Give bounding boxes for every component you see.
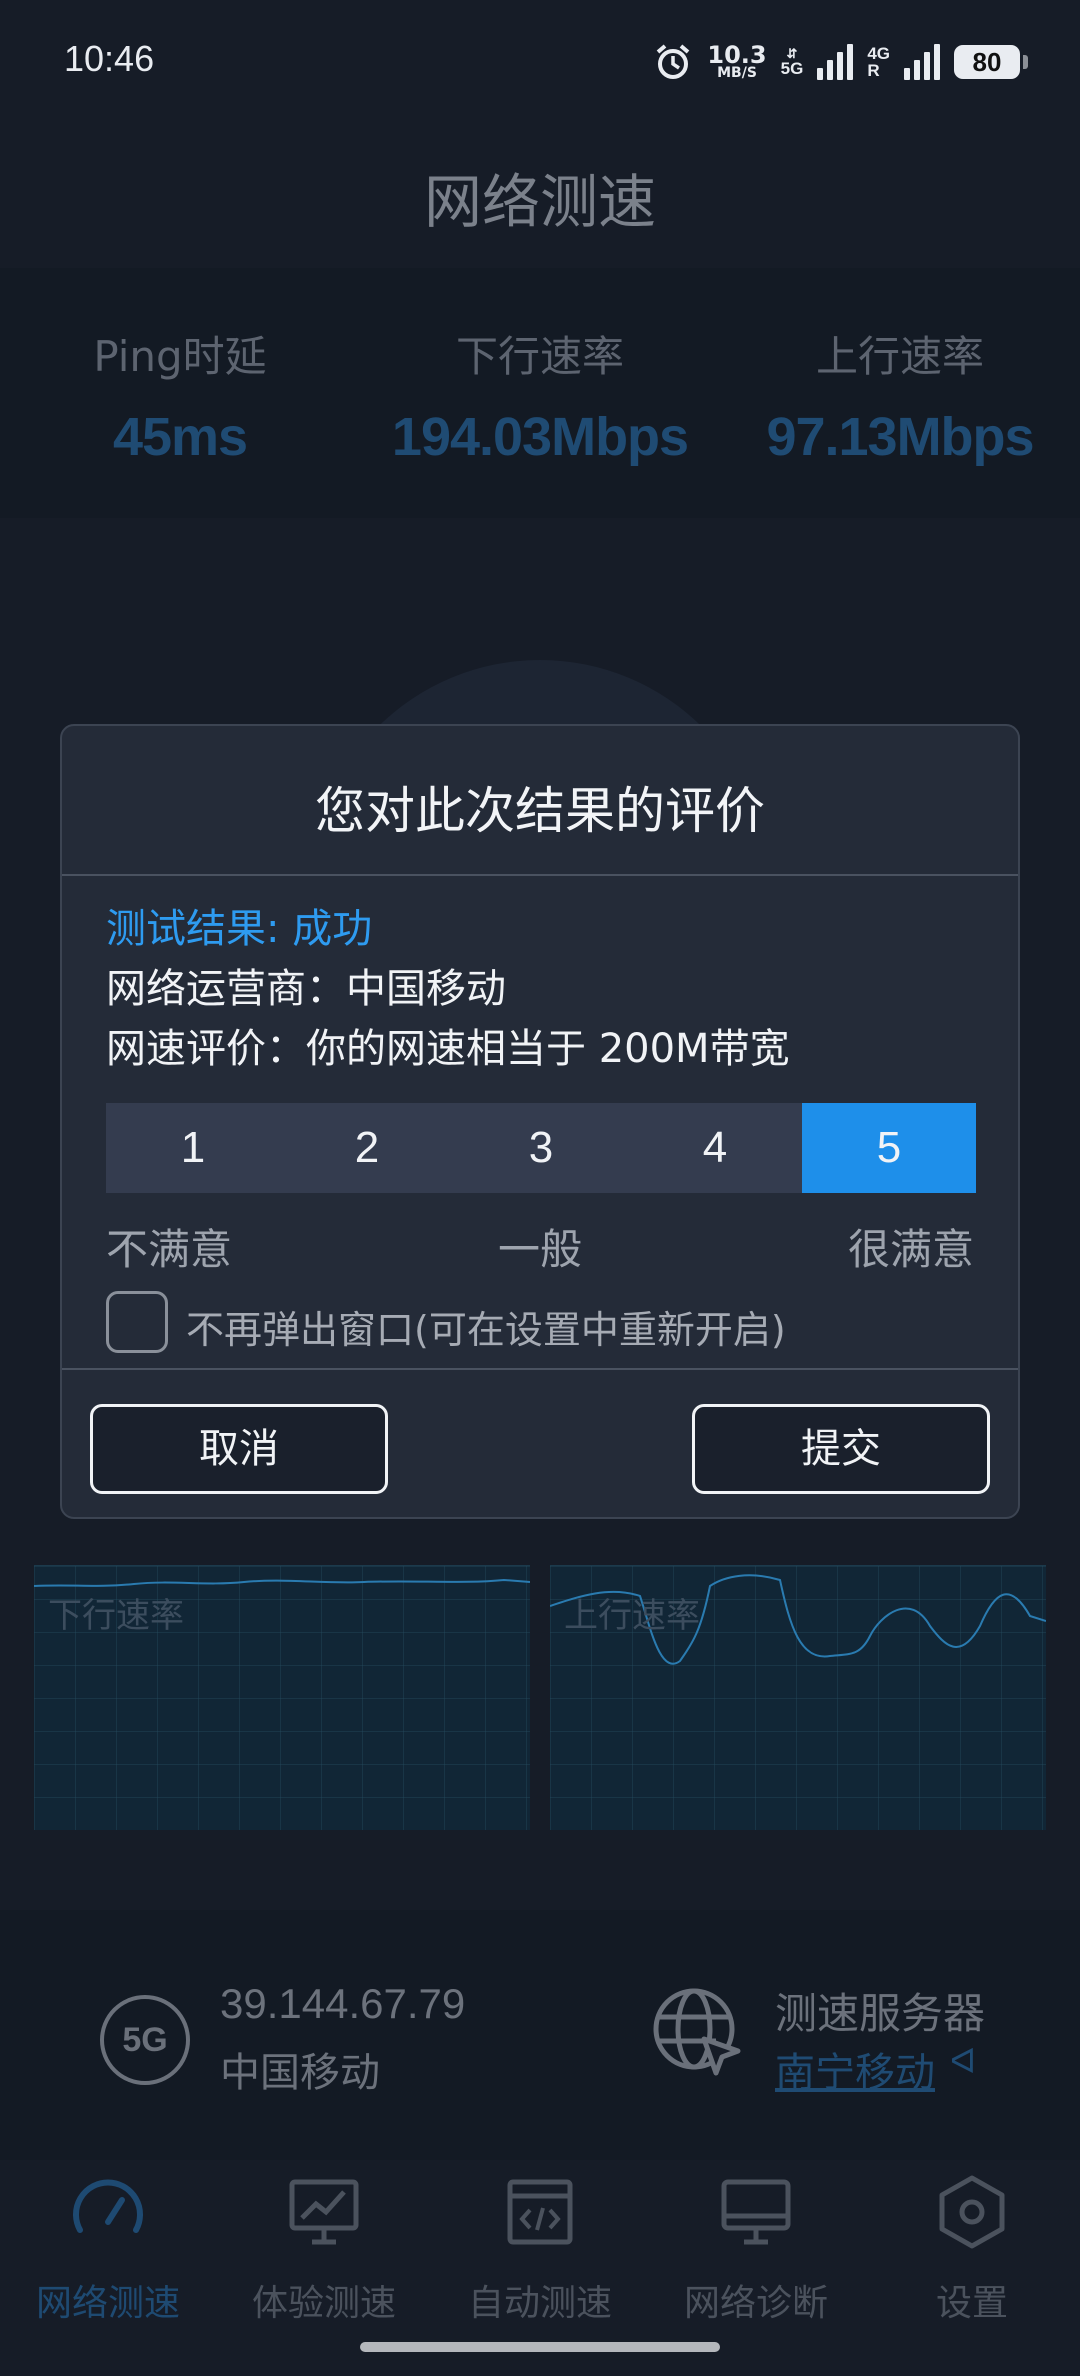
ping-metric: Ping时延 45ms bbox=[0, 323, 360, 468]
upload-label: 上行速率 bbox=[815, 332, 984, 381]
sim1-type: ⇵ 5G bbox=[780, 45, 804, 78]
download-chart-label: 下行速率 bbox=[48, 1596, 184, 1636]
test-result-status: 测试结果: 成功 bbox=[106, 906, 373, 952]
net-speed: 10.3 MB/S bbox=[707, 41, 767, 81]
desktop-icon bbox=[721, 2179, 791, 2245]
rating-dialog: 您对此次结果的评价 测试结果: 成功 网络运营商：中国移动 网速评价：你的网速相… bbox=[60, 724, 1020, 1519]
battery-icon: 80 bbox=[954, 45, 1028, 79]
ping-label: Ping时延 bbox=[93, 332, 267, 381]
server-title: 测速服务器 bbox=[775, 1989, 986, 2038]
rating-selector: 1 2 3 4 5 bbox=[106, 1103, 976, 1193]
nav-speed-test[interactable]: 网络测速 bbox=[0, 2172, 216, 2326]
carrier-line: 网络运营商：中国移动 bbox=[106, 966, 506, 1012]
status-icons: 10.3 MB/S ⇵ 5G 4G R 80 bbox=[653, 40, 1028, 84]
sim2-type: 4G R bbox=[867, 44, 890, 80]
code-window-icon bbox=[507, 2179, 573, 2245]
server-select-link[interactable]: 南宁移动 bbox=[775, 2040, 935, 2098]
globe-cursor-icon bbox=[653, 1988, 741, 2076]
divider bbox=[62, 1368, 1018, 1370]
speed-evaluation: 网速评价：你的网速相当于 200M带宽 bbox=[106, 1026, 790, 1072]
sim1-signal-icon bbox=[817, 44, 854, 80]
metrics-panel: Ping时延 45ms 下行速率 194.03Mbps 上行速率 97.13Mb… bbox=[0, 268, 1080, 518]
cancel-button[interactable]: 取消 bbox=[90, 1404, 388, 1494]
status-bar: 10:46 10.3 MB/S ⇵ 5G 4G R 80 bbox=[0, 0, 1080, 126]
rating-option-4[interactable]: 4 bbox=[628, 1103, 802, 1193]
upload-chart: 上行速率 bbox=[550, 1565, 1046, 1830]
upload-value: 97.13Mbps bbox=[766, 407, 1034, 467]
nav-label: 自动测速 bbox=[467, 2283, 612, 2324]
rating-option-2[interactable]: 2 bbox=[280, 1103, 454, 1193]
dialog-title: 您对此次结果的评价 bbox=[315, 782, 765, 840]
upload-metric: 上行速率 97.13Mbps bbox=[720, 323, 1080, 468]
download-metric: 下行速率 194.03Mbps bbox=[360, 323, 720, 468]
network-type-badge: 5G bbox=[100, 1995, 190, 2085]
chart-monitor-icon bbox=[289, 2179, 359, 2245]
nav-auto-test[interactable]: 自动测速 bbox=[432, 2172, 648, 2326]
scale-high-label: 很满意 bbox=[847, 1225, 974, 1274]
ip-address: 39.144.67.79 bbox=[220, 1980, 466, 2027]
rating-option-3[interactable]: 3 bbox=[454, 1103, 628, 1193]
nav-label: 网络测速 bbox=[35, 2283, 180, 2324]
speedometer-icon bbox=[73, 2179, 143, 2233]
page-title: 网络测速 bbox=[423, 168, 656, 236]
nav-label: 体验测速 bbox=[251, 2283, 396, 2324]
rating-option-1[interactable]: 1 bbox=[106, 1103, 280, 1193]
download-value: 194.03Mbps bbox=[391, 407, 689, 467]
nav-diagnosis[interactable]: 网络诊断 bbox=[648, 2172, 864, 2326]
home-indicator[interactable] bbox=[360, 2342, 720, 2352]
submit-button[interactable]: 提交 bbox=[692, 1404, 990, 1494]
nav-label: 网络诊断 bbox=[683, 2283, 828, 2324]
carrier-name: 中国移动 bbox=[220, 2050, 380, 2096]
server-arrow-icon[interactable]: ᐊ bbox=[950, 2042, 976, 2082]
hexagon-settings-icon bbox=[939, 2175, 1005, 2249]
ping-value: 45ms bbox=[112, 407, 248, 467]
status-time: 10:46 bbox=[64, 38, 155, 79]
rating-option-5[interactable]: 5 bbox=[802, 1103, 976, 1193]
no-popup-label[interactable]: 不再弹出窗口(可在设置中重新开启) bbox=[186, 1299, 786, 1354]
nav-settings[interactable]: 设置 bbox=[864, 2172, 1080, 2326]
sim2-signal-icon bbox=[904, 44, 940, 80]
nav-label: 设置 bbox=[935, 2283, 1008, 2324]
upload-chart-label: 上行速率 bbox=[564, 1596, 700, 1636]
no-popup-checkbox[interactable] bbox=[106, 1291, 168, 1353]
nav-experience-test[interactable]: 体验测速 bbox=[216, 2172, 432, 2326]
download-label: 下行速率 bbox=[455, 332, 624, 381]
download-chart: 下行速率 bbox=[34, 1565, 530, 1830]
alarm-icon bbox=[657, 44, 690, 79]
divider bbox=[62, 874, 1018, 876]
